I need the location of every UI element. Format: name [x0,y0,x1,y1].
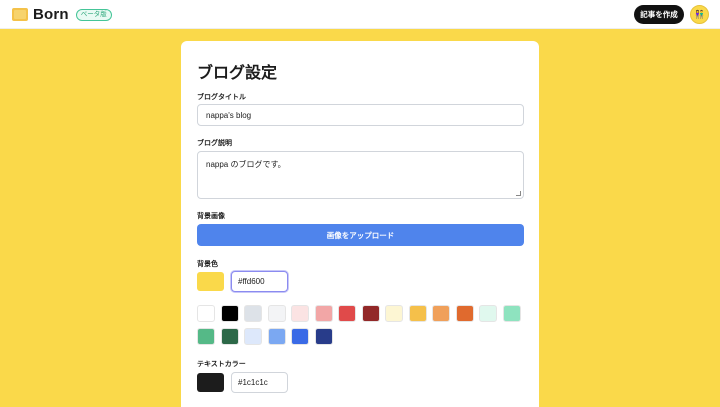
blog-title-label: ブログタイトル [197,94,246,101]
upload-image-button[interactable]: 画像をアップロード [197,224,524,246]
color-swatch[interactable] [267,328,286,345]
avatar[interactable]: 👫 [690,5,709,24]
color-swatch[interactable] [361,305,380,322]
top-navbar: Born ベータ版 記事を作成 👫 [0,0,720,29]
background-color-label: 背景色 [197,261,218,268]
color-swatch[interactable] [267,305,286,322]
text-color-input[interactable]: #1c1c1c [231,372,288,393]
resize-handle-icon[interactable] [516,191,521,196]
color-swatch[interactable] [314,305,333,322]
color-swatch[interactable] [291,328,309,345]
color-swatch[interactable] [197,305,215,322]
beta-badge: ベータ版 [75,8,112,21]
color-swatch[interactable] [455,305,474,322]
blog-description-text: nappa のブログです。 [206,160,286,169]
color-swatch[interactable] [338,305,356,322]
color-swatch[interactable] [314,328,333,345]
color-swatch[interactable] [220,305,239,322]
background-color-input[interactable]: #ffd600 [231,271,288,292]
logo-icon [12,8,28,21]
text-color-label: テキストカラー [197,361,246,368]
logo-text: Born [33,6,69,23]
color-swatch[interactable] [244,305,262,322]
color-swatch[interactable] [408,305,427,322]
color-swatch[interactable] [385,305,403,322]
blog-title-input[interactable]: nappa's blog [197,104,524,126]
color-swatch[interactable] [502,305,521,322]
background-color-preview[interactable] [197,272,224,291]
page-title: ブログ設定 [197,65,278,82]
background-image-label: 背景画像 [197,213,225,220]
color-swatch[interactable] [291,305,309,322]
color-swatch[interactable] [479,305,497,322]
color-swatch[interactable] [220,328,239,345]
blog-description-label: ブログ説明 [197,140,232,147]
logo[interactable]: Born ベータ版 [12,6,112,23]
blog-description-textarea[interactable]: nappa のブログです。 [197,151,524,199]
text-color-preview[interactable] [197,373,224,392]
color-swatch[interactable] [197,328,215,345]
color-swatch[interactable] [244,328,262,345]
create-article-button[interactable]: 記事を作成 [634,5,684,24]
color-swatch[interactable] [432,305,450,322]
blog-settings-card: ブログ設定 ブログタイトル nappa's blog ブログ説明 nappa の… [181,41,539,407]
